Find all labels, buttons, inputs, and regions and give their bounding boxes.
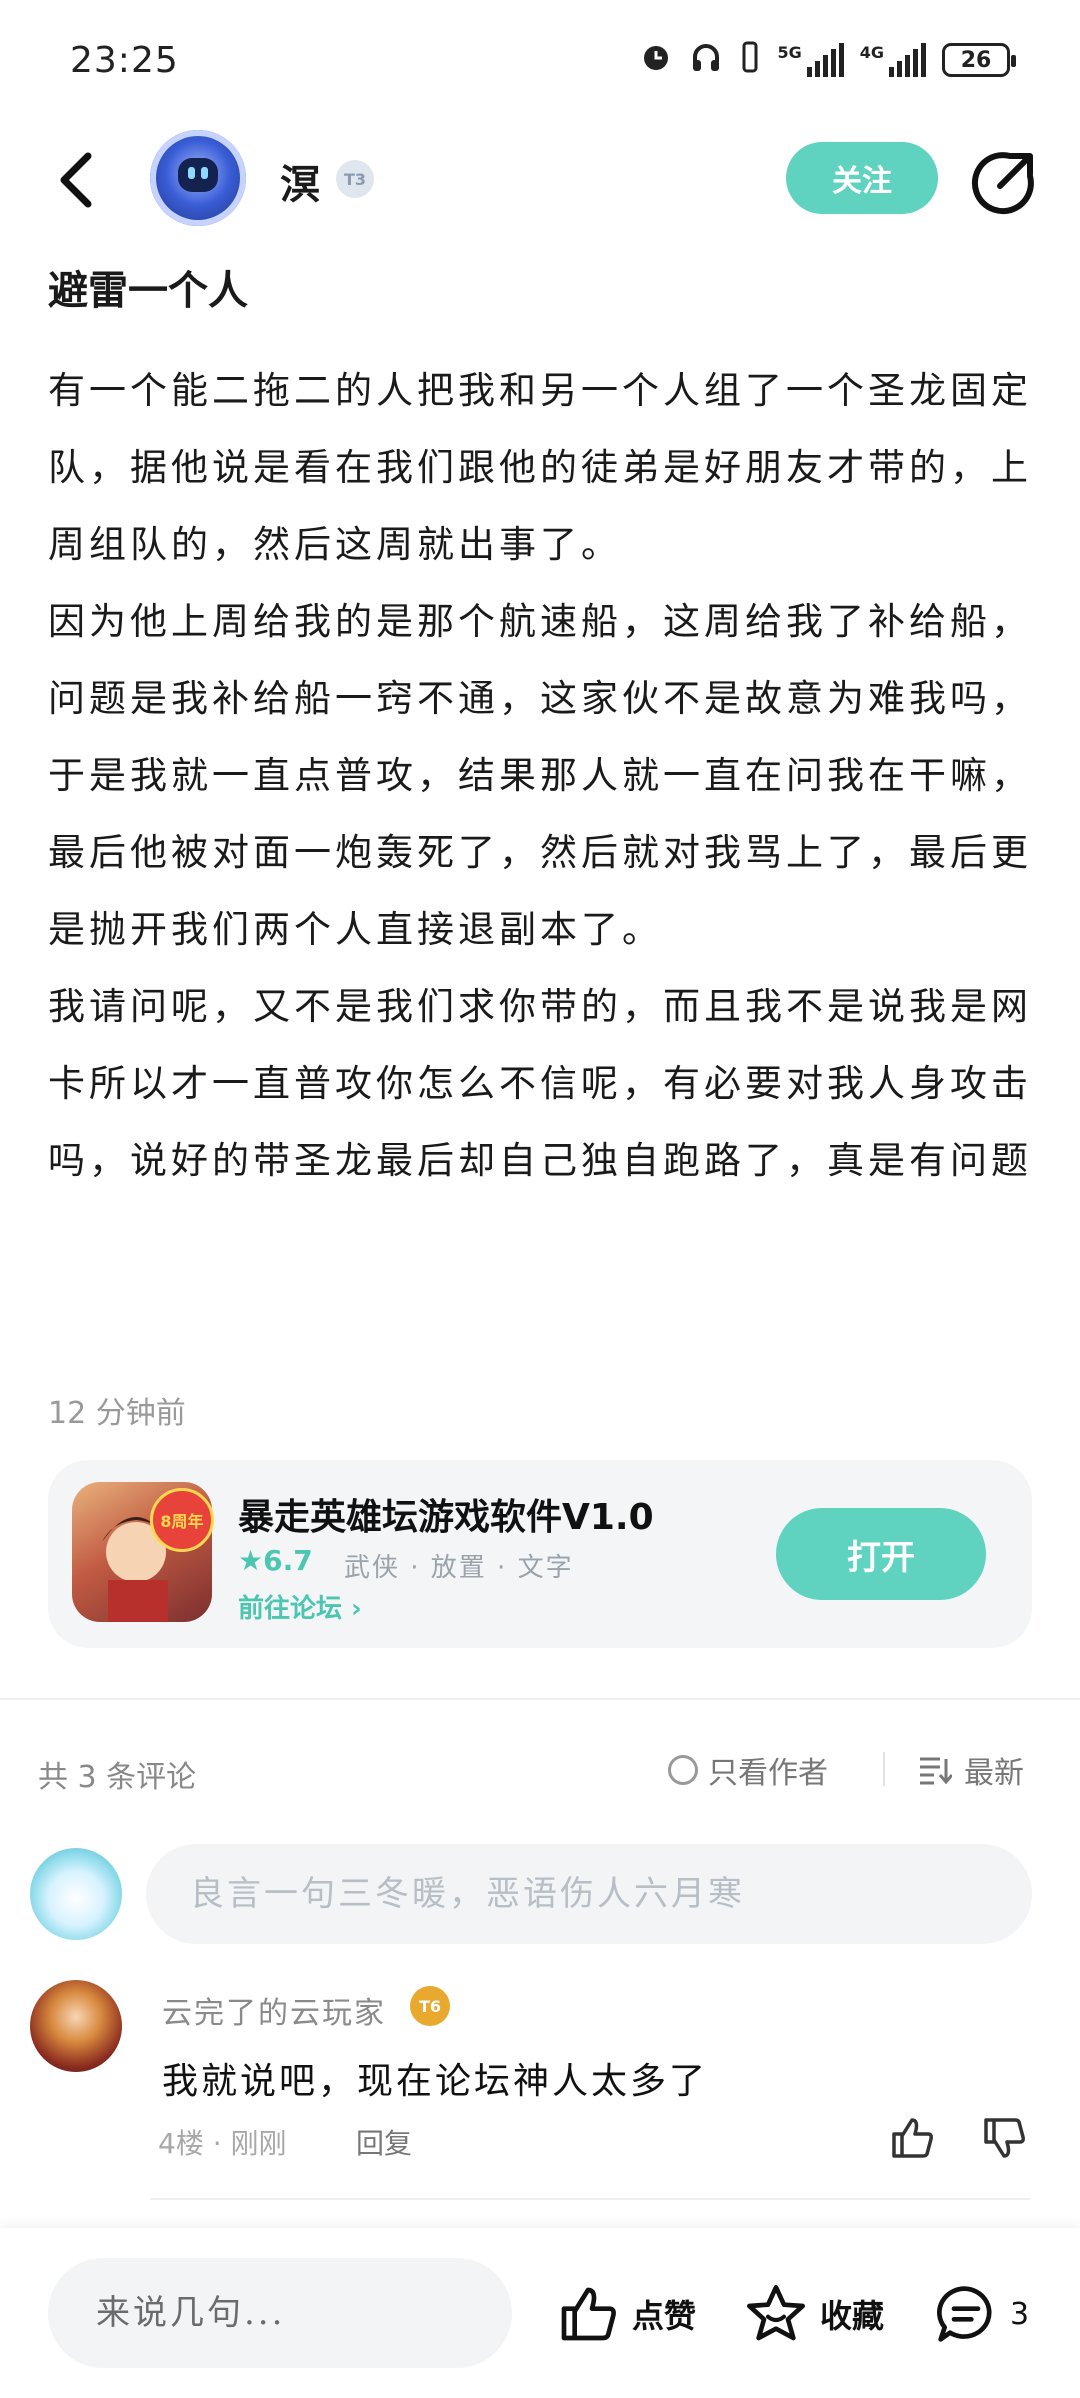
author-name[interactable]: 溟 xyxy=(280,152,320,210)
comment-icon xyxy=(937,2286,992,2342)
headphones-icon xyxy=(689,40,723,80)
share-icon xyxy=(971,152,1034,215)
star-icon xyxy=(747,2285,805,2341)
comment-dislike-button[interactable] xyxy=(980,2114,1028,2162)
favorite-label: 收藏 xyxy=(820,2297,885,2335)
comment-meta: 4楼 · 刚刚 xyxy=(158,2127,287,2160)
chevron-left-icon xyxy=(60,152,92,208)
sort-icon xyxy=(920,1757,952,1785)
reply-button[interactable]: 回复 xyxy=(356,2122,412,2162)
battery-icon: 26 xyxy=(942,43,1016,77)
forum-link[interactable]: 前往论坛 › xyxy=(238,1588,362,1625)
my-avatar xyxy=(30,1848,122,1940)
comment-input[interactable] xyxy=(146,1844,1032,1944)
app-tags: 武侠 · 放置 · 文字 xyxy=(344,1553,574,1583)
author-only-label: 只看作者 xyxy=(708,1756,828,1791)
radio-icon xyxy=(668,1755,698,1785)
thumbs-up-icon xyxy=(561,2287,616,2341)
follow-button[interactable]: 关注 xyxy=(786,142,938,214)
open-app-button[interactable]: 打开 xyxy=(776,1508,986,1600)
post-time: 12 分钟前 xyxy=(48,1396,186,1431)
author-level-badge: T3 xyxy=(336,160,374,198)
comment-count-badge: 3 xyxy=(1010,2296,1030,2332)
comments-button[interactable]: 3 xyxy=(934,2282,1029,2346)
app-rating: ★6.7 xyxy=(238,1544,313,1577)
post-title: 避雷一个人 xyxy=(48,268,248,314)
comment-count: 共 3 条评论 xyxy=(38,1760,197,1795)
comment-like-button[interactable] xyxy=(888,2114,936,2162)
post-paragraph: 有一个能二拖二的人把我和另一个人组了一个圣龙固定队，据他说是看在我们跟他的徒弟是… xyxy=(48,369,1032,566)
comment-divider xyxy=(150,2198,1030,2200)
status-time: 23:25 xyxy=(70,40,179,81)
like-label: 点赞 xyxy=(632,2297,697,2335)
post-body: 有一个能二拖二的人把我和另一个人组了一个圣龙固定队，据他说是看在我们跟他的徒弟是… xyxy=(48,352,1033,1199)
like-button[interactable]: 点赞 xyxy=(556,2282,696,2346)
app-name[interactable]: 暴走英雄坛游戏软件V1.0 xyxy=(238,1488,654,1540)
anniversary-badge: 8周年 xyxy=(150,1488,214,1552)
quick-comment-input[interactable] xyxy=(48,2258,512,2368)
thumbs-up-icon xyxy=(892,2118,933,2158)
thumbs-down-icon xyxy=(984,2118,1025,2158)
post-paragraph: 因为他上周给我的是那个航速船，这周给我了补给船，问题是我补给船一窍不通，这家伙不… xyxy=(48,600,1032,951)
avatar-face xyxy=(178,158,218,192)
post-paragraph: 我请问呢，又不是我们求你带的，而且我不是说我是网卡所以才一直普攻你怎么不信呢，有… xyxy=(48,985,1032,1182)
comment-text: 我就说吧，现在论坛神人太多了 xyxy=(162,2061,709,2102)
commenter-name[interactable]: 云完了的云玩家 xyxy=(162,1988,386,2032)
favorite-button[interactable]: 收藏 xyxy=(744,2282,884,2346)
section-divider xyxy=(0,1698,1080,1700)
share-button[interactable] xyxy=(970,148,1038,216)
signal-5g-icon: 5G xyxy=(777,43,844,77)
divider xyxy=(883,1752,885,1786)
alarm-icon xyxy=(639,40,673,80)
commenter-avatar[interactable] xyxy=(30,1980,122,2072)
vibrate-icon xyxy=(739,40,761,80)
commenter-level-badge: T6 xyxy=(410,1986,450,2026)
signal-4g-icon: 4G xyxy=(860,43,926,77)
author-only-toggle[interactable]: 只看作者 xyxy=(668,1748,828,1792)
status-icons: 5G 4G 26 xyxy=(639,40,1016,80)
back-button[interactable] xyxy=(50,148,106,212)
sort-toggle[interactable]: 最新 xyxy=(918,1748,1024,1792)
sort-label: 最新 xyxy=(964,1756,1024,1791)
